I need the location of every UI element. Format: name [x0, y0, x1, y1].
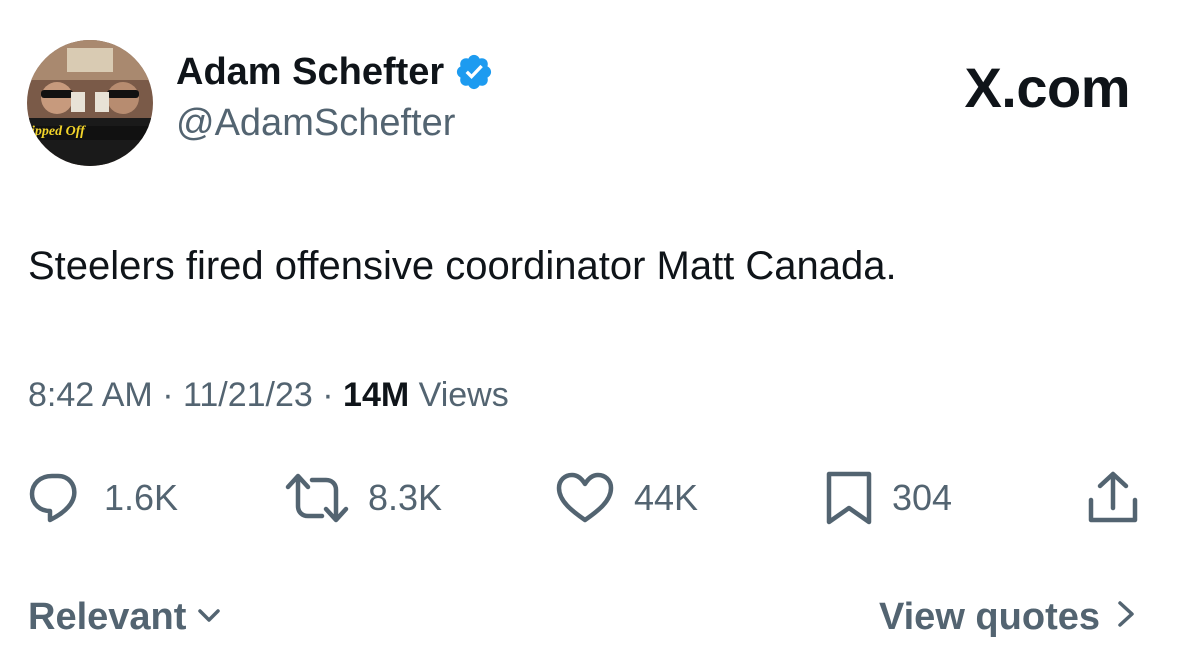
author-display-name[interactable]: Adam Schefter — [176, 53, 444, 91]
reply-count: 1.6K — [104, 477, 179, 518]
author-handle[interactable]: @AdamSchefter — [176, 104, 455, 142]
repost-count: 8.3K — [368, 477, 443, 518]
share-icon — [1086, 470, 1140, 526]
like-icon — [554, 470, 616, 526]
like-count: 44K — [634, 477, 699, 518]
tweet-date[interactable]: 11/21/23 — [183, 376, 313, 414]
tweet-meta: 8:42 AM · 11/21/23 · 14M Views — [28, 378, 509, 412]
brand-logo-text: X.com — [964, 56, 1130, 119]
tweet-time[interactable]: 8:42 AM — [28, 376, 153, 414]
chevron-down-icon — [196, 596, 222, 639]
avatar-caption: ipped Off — [31, 124, 85, 139]
bookmark-icon — [824, 470, 874, 526]
repost-icon — [284, 470, 350, 526]
bookmark-count: 304 — [892, 477, 953, 518]
view-quotes-label: View quotes — [878, 596, 1100, 638]
verified-badge-icon — [454, 52, 494, 92]
tweet-text: Steelers fired offensive coordinator Mat… — [28, 244, 897, 288]
sort-replies-dropdown[interactable]: Relevant — [28, 596, 222, 639]
action-bar: 1.6K 8.3K 44K 304 — [28, 470, 1144, 526]
view-quotes-link[interactable]: View quotes — [879, 596, 1138, 639]
bookmark-button[interactable]: 304 — [824, 470, 952, 526]
reply-button[interactable]: 1.6K — [28, 470, 178, 526]
views-label: Views — [418, 376, 509, 414]
repost-button[interactable]: 8.3K — [284, 470, 442, 526]
avatar[interactable]: ipped Off — [27, 40, 153, 166]
meta-separator: · — [322, 376, 334, 414]
author-name-row: Adam Schefter — [176, 52, 494, 92]
like-button[interactable]: 44K — [554, 470, 698, 526]
views-count: 14M — [343, 376, 410, 414]
meta-separator: · — [162, 376, 174, 414]
chevron-right-icon — [1114, 596, 1138, 639]
reply-icon — [28, 470, 86, 526]
sort-label: Relevant — [28, 596, 187, 638]
share-button[interactable] — [1086, 470, 1140, 526]
